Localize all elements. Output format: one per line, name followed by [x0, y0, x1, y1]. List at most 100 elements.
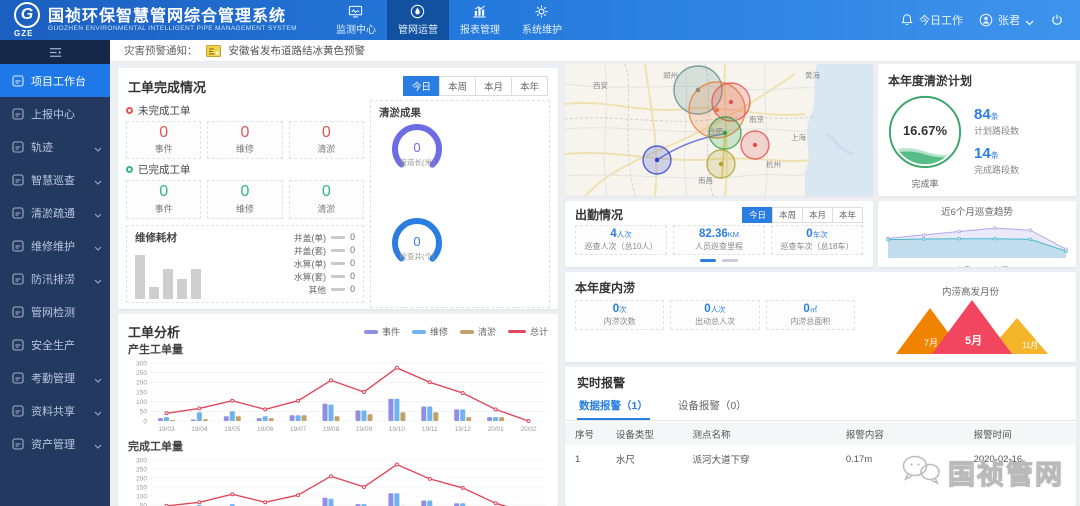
nav-item-report-management[interactable]: 报表管理: [449, 0, 511, 40]
svg-text:50: 50: [140, 502, 148, 506]
sidebar-item-data-sharing[interactable]: 资料共享: [0, 394, 110, 427]
repair-materials-panel: 维修耗材 井盖(单) 0 井盖(套) 0 水箅(单) 0 水箅(套) 0 其他 0: [126, 224, 364, 303]
svg-text:19/11: 19/11: [422, 426, 438, 433]
safety-production-icon: [12, 338, 24, 351]
alarm-row[interactable]: 1 水尺 派河大道下穿 0.17m 2020-02-16: [565, 445, 1076, 473]
alarm-tab-数据报警（1）[interactable]: 数据报警（1）: [577, 395, 650, 420]
alarm-table: 序号 设备类型 测点名称 报警内容 报警时间 1 水尺 派河大道下穿 0.17m 2020-02…: [565, 423, 1076, 473]
svg-text:西安: 西安: [593, 80, 608, 90]
trend-chart: [886, 226, 1068, 258]
legend-清淤[interactable]: 清淤: [459, 325, 496, 338]
sidebar-collapse-button[interactable]: [0, 40, 110, 64]
notice-message[interactable]: 安徽省发布道路结冰黄色预警: [229, 43, 366, 58]
completion-rate-label: 完成率: [911, 179, 939, 189]
svg-text:11月: 11月: [1022, 341, 1038, 350]
tab-本周[interactable]: 本周: [771, 206, 803, 223]
nav-item-pipeline-operation[interactable]: 管网运营: [386, 0, 449, 40]
sidebar-item-attendance-management[interactable]: 考勤管理: [0, 361, 110, 394]
alarm-tab-设备报警（0）[interactable]: 设备报警（0）: [676, 395, 749, 420]
region-map[interactable]: 西安 郑州 南京 合肥 上海 杭州 南昌 黄海: [565, 64, 873, 196]
nav-label: 监测中心: [335, 25, 376, 36]
trend-legend-人员[interactable]: 人员: [946, 265, 971, 267]
tab-本周[interactable]: 本周: [438, 76, 476, 96]
attendance-stat-人员巡查里程: 82.36KM 人员巡查里程: [673, 225, 765, 255]
svg-text:南昌: 南昌: [698, 175, 713, 185]
sidebar-item-flood-control[interactable]: 防汛排涝: [0, 262, 110, 295]
workorder-stat-清淤: 0 清淤: [288, 180, 364, 219]
tab-本年[interactable]: 本年: [831, 206, 863, 223]
legend-事件[interactable]: 事件: [363, 325, 400, 338]
materials-title: 维修耗材: [135, 231, 177, 244]
dredging-icon: [12, 206, 24, 219]
dredge-plan-card: 本年度清淤计划 16.67% 完成率 84条 计划路段数 14条 完成路段数: [878, 64, 1076, 196]
workorder-stat-维修: 0 维修: [207, 180, 283, 219]
sidebar-item-track[interactable]: 轨迹: [0, 130, 110, 163]
pager-dash-2[interactable]: [722, 259, 738, 262]
user-icon: [979, 13, 993, 27]
sidebar-item-pipeline-detection[interactable]: 管网检测: [0, 295, 110, 328]
asset-management-icon: [12, 437, 24, 450]
legend-维修[interactable]: 维修: [411, 325, 448, 338]
user-menu[interactable]: 张君: [979, 12, 1034, 28]
produced-orders-chart: 0 50 100 150 200 250 300 19/03 19/04 19/05 19/06 19…: [136, 360, 545, 433]
svg-text:上海: 上海: [791, 132, 806, 142]
attendance-card: 出勤情况 今日 本周 本月 本年 4人次 巡查人次（总10人） 82.36KM 人员巡查里程…: [565, 201, 873, 267]
tab-今日[interactable]: 今日: [741, 206, 773, 223]
username: 张君: [998, 15, 1020, 27]
sidebar-item-dredging[interactable]: 清淤疏通: [0, 196, 110, 229]
waterlog-months-title: 内涝高发月份: [941, 287, 999, 298]
workorder-stat-清淤: 0 清淤: [288, 121, 364, 160]
completed-orders-subtitle: 完成工单量: [128, 441, 183, 453]
sidebar-item-label: 资料共享: [31, 405, 75, 418]
nav-item-monitoring-center[interactable]: 监测中心: [325, 0, 387, 40]
main-content: 工单完成情况 今日 本周 本月 本年 未完成工单 0 事件 0 维修 0 清淤 已完成工单 0 事件 0 维…: [110, 62, 1080, 506]
trend-title: 近6个月巡查趋势: [941, 207, 1013, 218]
bell-icon: [900, 13, 914, 27]
logout-button[interactable]: [1050, 13, 1064, 27]
sidebar-item-label: 管网检测: [31, 306, 75, 319]
waterlog-months-chart: 7月 11月 5月: [895, 300, 1048, 354]
sidebar-item-report-center[interactable]: 上报中心: [0, 97, 110, 130]
analysis-title: 工单分析: [128, 325, 181, 340]
trend-legend-车辆[interactable]: 车辆: [983, 265, 1008, 267]
tab-本月[interactable]: 本月: [474, 76, 512, 96]
report-icon: [472, 4, 487, 19]
sidebar-item-asset-management[interactable]: 资产管理: [0, 427, 110, 460]
chevron-down-icon: [94, 243, 102, 251]
svg-text:杭州: 杭州: [766, 159, 781, 169]
pipeline-icon: [410, 4, 425, 19]
svg-text:19/10: 19/10: [389, 426, 406, 433]
pager-dash-1[interactable]: [700, 259, 716, 262]
chevron-down-icon: [1025, 17, 1034, 25]
svg-text:0: 0: [143, 418, 147, 425]
inspection-trend-card: 近6个月巡查趋势 人员 车辆: [878, 201, 1076, 267]
trend-legend: 人员 车辆: [878, 265, 1076, 267]
legend-总计[interactable]: 总计: [507, 325, 548, 338]
tab-今日[interactable]: 今日: [402, 76, 440, 96]
notice-label: 灾害预警通知：: [124, 45, 198, 57]
power-icon: [1050, 13, 1064, 27]
sidebar-item-safety-production[interactable]: 安全生产: [0, 328, 110, 361]
tab-本月[interactable]: 本月: [801, 206, 833, 223]
today-work-button[interactable]: 今日工作: [900, 12, 963, 28]
workorder-stat-事件: 0 事件: [126, 180, 202, 219]
alarm-col-报警时间: 报警时间: [963, 423, 1076, 445]
svg-text:19/03: 19/03: [158, 426, 175, 433]
attendance-pager: [565, 259, 873, 262]
dredge-result-title: 清淤成果: [379, 107, 421, 119]
flood-control-icon: [12, 272, 24, 285]
app-title: 国祯环保智慧管网综合管理系统: [48, 7, 287, 25]
svg-text:7月: 7月: [924, 338, 938, 348]
sidebar-item-repair-maintenance[interactable]: 维修维护: [0, 229, 110, 262]
sidebar-item-label: 轨迹: [31, 141, 53, 154]
svg-text:19/08: 19/08: [323, 426, 340, 433]
alarm-col-报警内容: 报警内容: [835, 423, 964, 445]
svg-text:50: 50: [140, 409, 148, 416]
svg-text:合肥: 合肥: [708, 126, 723, 136]
sidebar-item-project-workbench[interactable]: 项目工作台: [0, 64, 110, 97]
tab-本年[interactable]: 本年: [510, 76, 548, 96]
sidebar-item-smart-inspection[interactable]: 智慧巡查: [0, 163, 110, 196]
svg-text:300: 300: [136, 360, 147, 367]
nav-item-system-maintenance[interactable]: 系统维护: [511, 0, 573, 40]
dredge-gauge-雨水口(个): 0雨水口(个): [373, 308, 461, 309]
